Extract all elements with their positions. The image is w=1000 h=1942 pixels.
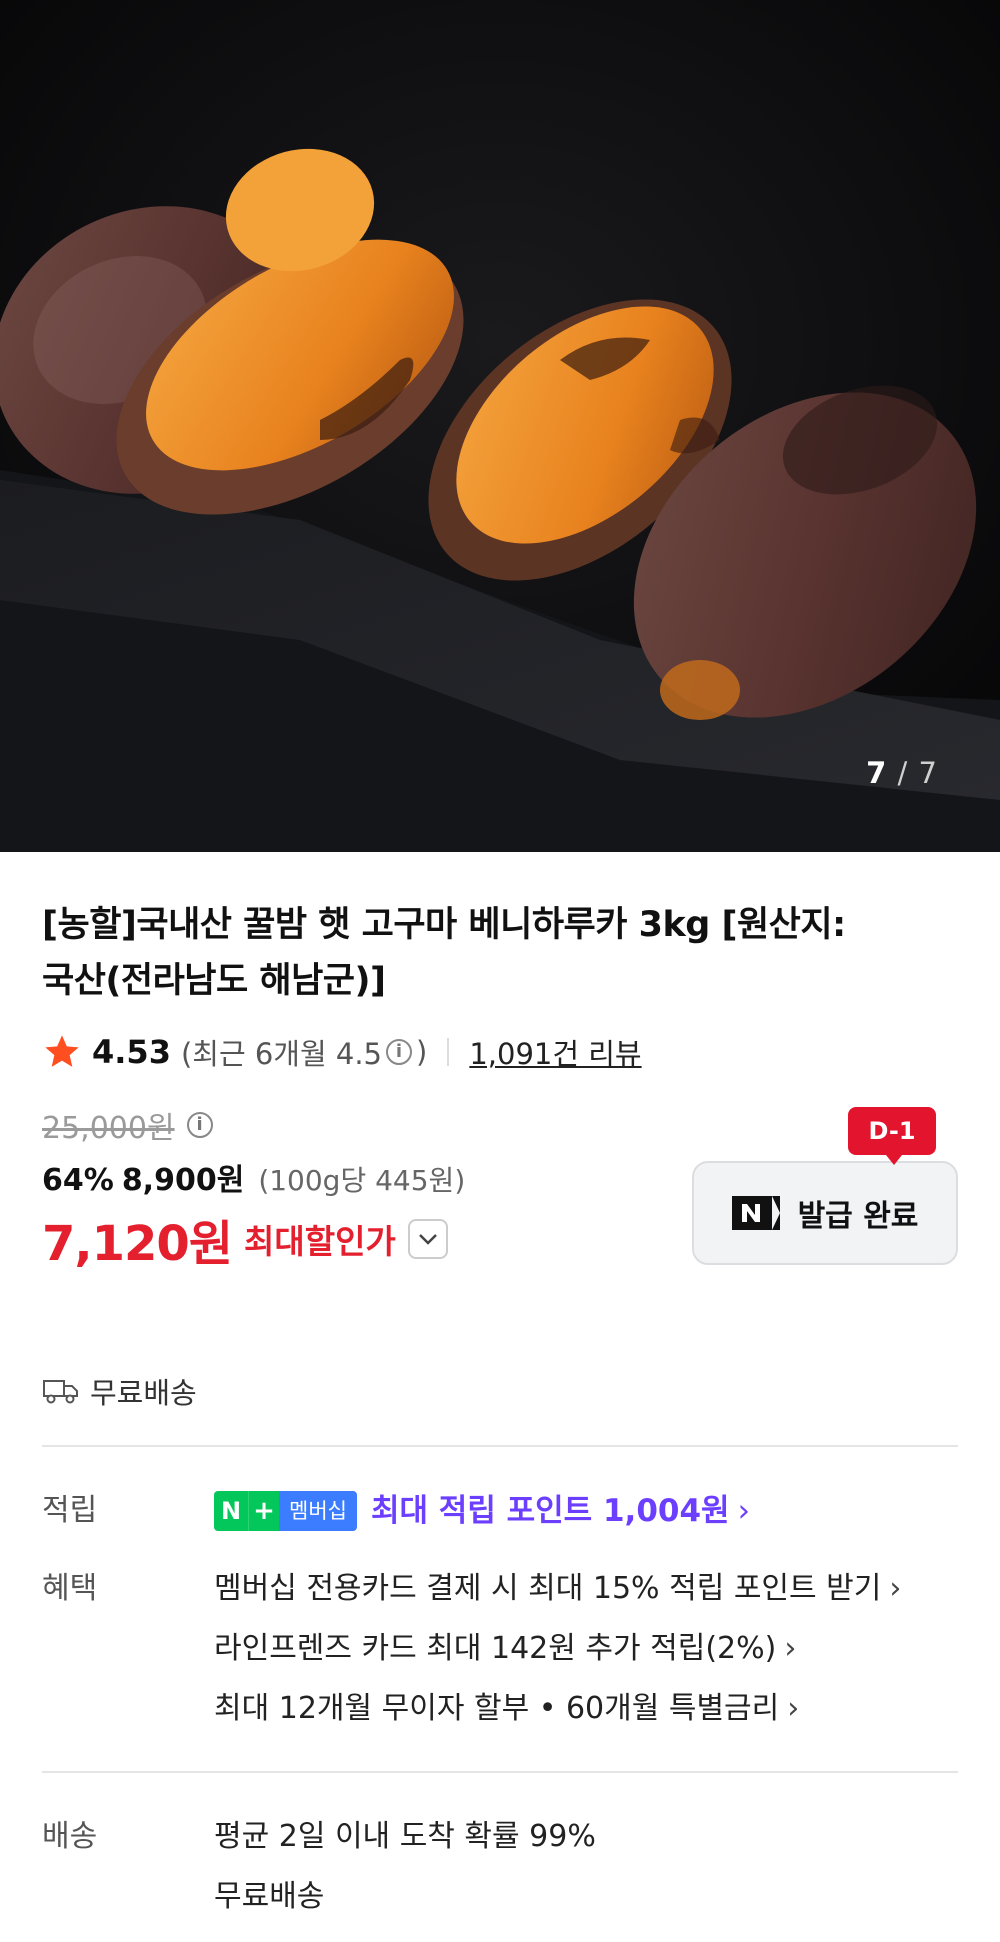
image-counter: 7 / 7 [866, 756, 938, 790]
divider [447, 1038, 450, 1066]
chevron-right-icon: › [784, 1631, 797, 1666]
benefit-item[interactable]: 최대 12개월 무이자 할부 • 60개월 특별금리 › [214, 1679, 958, 1739]
benefits-label: 혜택 [42, 1571, 98, 1606]
chevron-down-icon [418, 1234, 437, 1245]
recent-rating: (최근 6개월 4.5 i ) [180, 1035, 428, 1071]
star-icon [45, 1035, 79, 1067]
dday-badge: D-1 [848, 1107, 936, 1165]
final-price-label: 최대할인가 [244, 1222, 396, 1261]
product-info: [농할]국내산 꿀밤 햇 고구마 베니하루카 3kg [원산지: 국산(전라남도… [0, 852, 1000, 1927]
delivery-section: 배송 평균 2일 이내 도착 확률 99% 무료배송 [42, 1807, 958, 1927]
final-price: 7,120원 [42, 1216, 233, 1272]
info-icon[interactable]: i [186, 1112, 213, 1138]
product-title: [농할]국내산 꿀밤 햇 고구마 베니하루카 3kg [원산지: 국산(전라남도… [42, 905, 846, 1001]
divider [42, 1445, 958, 1447]
sweet-potato-photo [0, 0, 1000, 852]
max-points-text: 최대 적립 포인트 1,004원 [370, 1493, 730, 1529]
price-block: 25,000원 i 64% 8,900원 (100g당 445원) 7,120원… [42, 1103, 958, 1353]
benefits-section: 혜택 멤버십 전용카드 결제 시 최대 15% 적립 포인트 받기 › 라인프렌… [42, 1559, 958, 1739]
unit-price: (100g당 445원) [258, 1164, 466, 1197]
benefit-item[interactable]: 라인프렌즈 카드 최대 142원 추가 적립(2%) › [214, 1619, 958, 1679]
chevron-right-icon: › [787, 1691, 800, 1726]
discount-rate: 64% [42, 1163, 114, 1198]
points-section: 적립 N + 멤버십 최대 적립 포인트 1,004원 › [42, 1481, 958, 1541]
free-shipping-row: 무료배송 [42, 1367, 958, 1415]
chevron-right-icon: › [889, 1571, 902, 1606]
naver-n-icon [731, 1196, 780, 1230]
benefit-item[interactable]: 멤버십 전용카드 결제 시 최대 15% 적립 포인트 받기 › [214, 1559, 958, 1619]
info-icon[interactable]: i [386, 1039, 412, 1065]
chevron-right-icon: › [737, 1493, 750, 1529]
rating-row: 4.53 (최근 6개월 4.5 i ) 1,091건 리뷰 [42, 1027, 958, 1077]
coupon-button[interactable]: 발급 완료 [692, 1161, 958, 1265]
delivery-fee-text: 무료배송 [214, 1879, 325, 1914]
rating-value: 4.53 [92, 1033, 171, 1071]
product-image-carousel[interactable]: 7 / 7 [0, 0, 1000, 852]
discount-price: 8,900원 [121, 1163, 245, 1198]
points-link[interactable]: N + 멤버십 최대 적립 포인트 1,004원 › [214, 1481, 958, 1541]
delivery-label: 배송 [42, 1819, 98, 1854]
naver-membership-badge: N + 멤버십 [214, 1491, 357, 1531]
delivery-arrival-text: 평균 2일 이내 도착 확률 99% [214, 1819, 596, 1854]
original-price: 25,000원 [42, 1111, 175, 1146]
truck-icon [43, 1380, 78, 1404]
divider [42, 1771, 958, 1773]
expand-price-button[interactable] [407, 1219, 448, 1259]
points-label: 적립 [42, 1493, 98, 1528]
review-count-link[interactable]: 1,091건 리뷰 [469, 1031, 641, 1073]
